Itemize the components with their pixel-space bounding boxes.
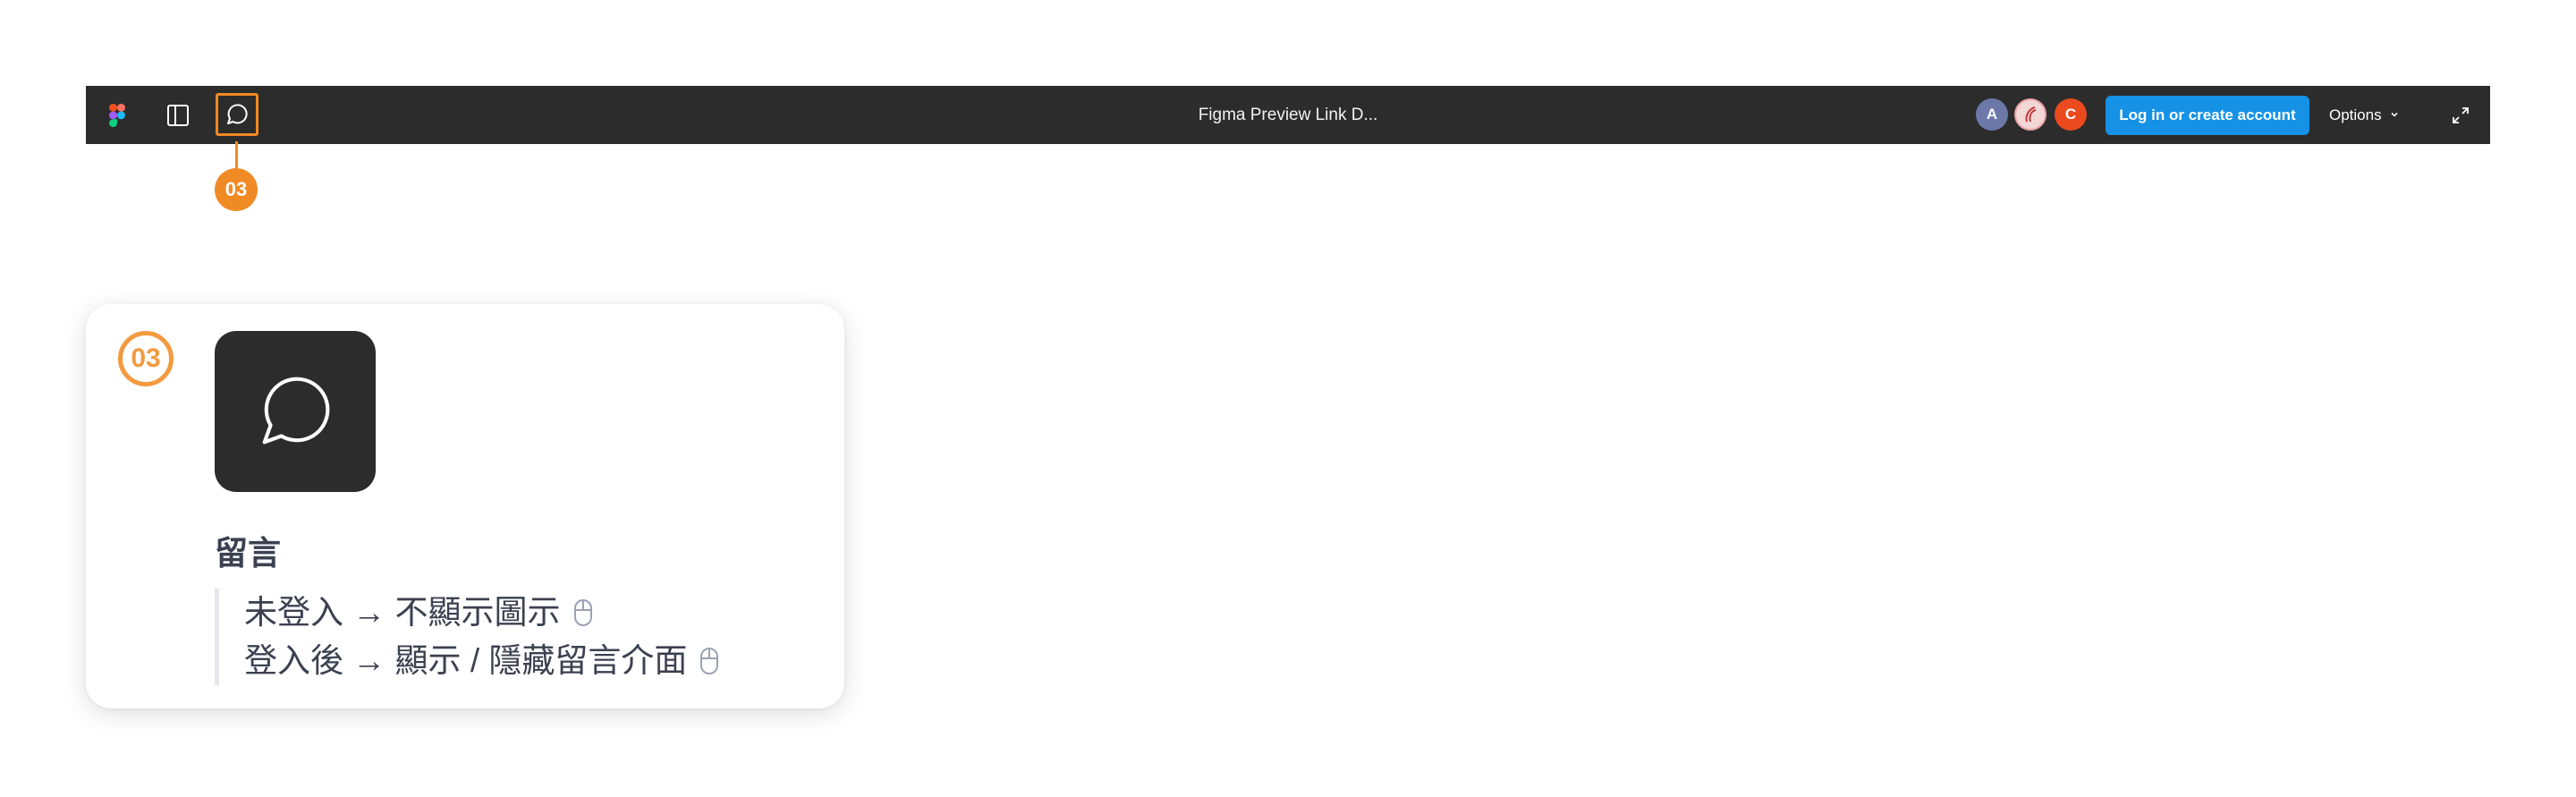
avatar[interactable]: C xyxy=(2055,98,2087,131)
card-number-badge: 03 xyxy=(118,331,174,386)
figma-logo-icon[interactable] xyxy=(102,100,132,131)
callout-badge: 03 xyxy=(215,168,258,211)
chevron-down-icon xyxy=(2389,106,2400,124)
expand-icon[interactable] xyxy=(2445,100,2476,131)
avatar-image-icon[interactable] xyxy=(2014,98,2046,131)
card-title: 留言 xyxy=(215,535,281,572)
mouse-icon xyxy=(573,598,593,627)
callout-connector xyxy=(235,141,238,168)
comment-icon xyxy=(215,331,376,492)
list-item-text: 未登入 → 不顯示圖示 xyxy=(244,594,561,631)
login-button[interactable]: Log in or create account xyxy=(2106,96,2309,135)
comment-icon[interactable] xyxy=(216,93,258,136)
list-item: 登入後 → 顯示 / 隱藏留言介面 xyxy=(244,637,719,685)
card-description: 未登入 → 不顯示圖示 登入後 → 顯示 / 隱藏留言介面 xyxy=(215,589,719,685)
mouse-icon xyxy=(699,647,719,675)
list-item-text: 登入後 → 顯示 / 隱藏留言介面 xyxy=(244,642,688,679)
options-label: Options xyxy=(2329,106,2382,123)
options-button[interactable]: Options xyxy=(2329,96,2400,135)
avatar[interactable]: A xyxy=(1976,98,2008,131)
sidebar-toggle-icon[interactable] xyxy=(163,100,193,131)
list-item: 未登入 → 不顯示圖示 xyxy=(244,589,719,637)
figma-toolbar: Figma Preview Link D... A C Log in or cr… xyxy=(86,86,2490,144)
comment-feature-card: 03 留言 未登入 → 不顯示圖示 登入後 → 顯示 / 隱藏留言介面 xyxy=(86,304,844,708)
